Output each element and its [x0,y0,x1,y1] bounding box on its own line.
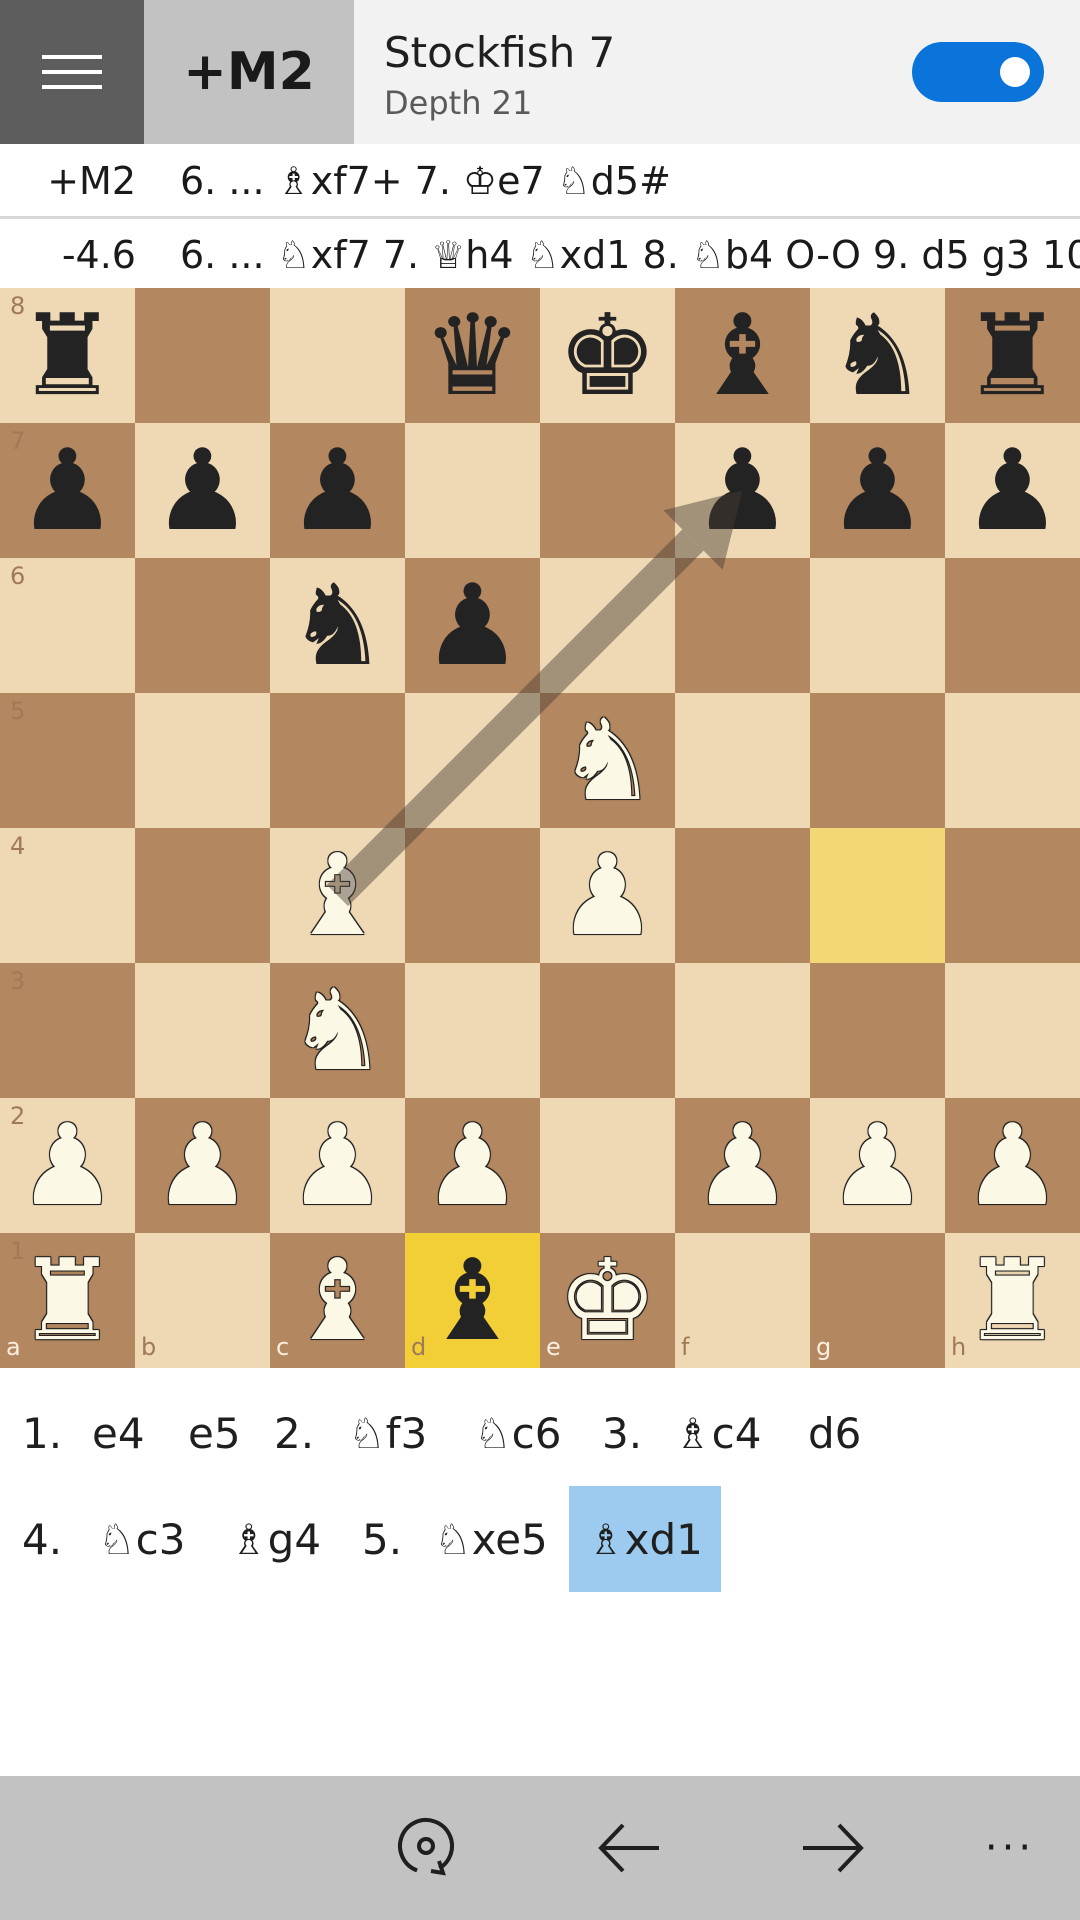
best-move-arrow [326,490,743,907]
forward-arrow-icon [803,1823,864,1873]
move-number: 5. [362,1514,403,1564]
move-row: 1. e4 e5 2. ♘f3 ♘c6 3. ♗c4 d6 [0,1380,1080,1486]
back-arrow-icon [598,1823,659,1873]
back-button[interactable] [570,1776,690,1920]
move[interactable]: ♘c6 [474,1380,561,1486]
move-number: 4. [22,1514,63,1564]
forward-button[interactable] [772,1776,892,1920]
top-bar: +M2 Stockfish 7 Depth 21 [0,0,1080,144]
more-icon: ··· [984,1825,1036,1871]
engine-name: Stockfish 7 [384,28,616,77]
flip-board-button[interactable] [366,1776,486,1920]
chess-board[interactable]: 87654321abcdefgh♜♛♚♝♞♜♟♟♟♟♟♟♞♟♞♝♟♞♟♟♟♟♟♟… [0,288,1080,1368]
move-row: 4. ♘c3 ♗g4 5. ♘xe5 ♗xd1 [0,1486,1080,1592]
move[interactable]: ♗g4 [230,1486,321,1592]
analysis-line-score: -4.6 [61,233,136,277]
move[interactable]: ♗c4 [674,1380,761,1486]
analysis-line-moves: 6. ... ♘xf7 7. ♕h4 ♘xd1 8. ♘b4 O-O 9. d5… [180,233,1080,277]
move-number: 1. [22,1408,63,1458]
analysis-line-2[interactable]: -4.6 6. ... ♘xf7 7. ♕h4 ♘xd1 8. ♘b4 O-O … [0,220,1080,290]
move-number: 3. [602,1408,643,1458]
engine-toggle[interactable] [912,42,1044,102]
more-button[interactable]: ··· [950,1776,1070,1920]
move[interactable]: ♘c3 [98,1486,185,1592]
bottom-app-bar: ··· [0,1776,1080,1920]
move[interactable]: e4 [92,1380,145,1486]
hamburger-menu-icon[interactable] [0,0,144,144]
move[interactable]: ♘f3 [348,1380,427,1486]
move[interactable]: d6 [808,1380,861,1486]
move[interactable]: ♘xe5 [434,1486,548,1592]
move[interactable]: e5 [188,1380,241,1486]
evaluation-score: +M2 [144,0,354,144]
move-number: 2. [274,1408,315,1458]
arrow-shaft [326,529,704,907]
analysis-line-moves: 6. ... ♗xf7+ 7. ♔e7 ♘d5# [180,159,671,203]
engine-depth: Depth 21 [384,84,533,122]
move-selected[interactable]: ♗xd1 [569,1486,721,1592]
analysis-line-score: +M2 [47,159,136,203]
flip-board-icon [398,1818,454,1876]
toggle-knob [1000,57,1030,87]
analysis-line-1[interactable]: +M2 6. ... ♗xf7+ 7. ♔e7 ♘d5# [0,146,1080,219]
